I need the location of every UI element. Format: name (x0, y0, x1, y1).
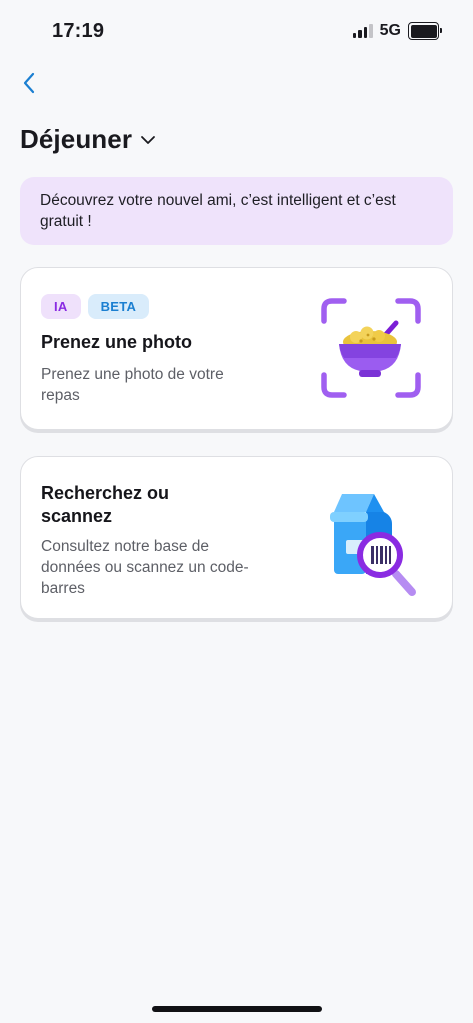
card-title: Prenez une photo (41, 332, 193, 352)
beta-badge: BETA (87, 294, 150, 319)
card-title: Recherchez ou scannez (41, 483, 170, 526)
barcode-search-icon (330, 494, 416, 596)
promo-banner: Découvrez votre nouvel ami, c’est intell… (20, 177, 453, 245)
meal-photo-scan-icon (321, 298, 421, 398)
battery-icon (408, 22, 442, 40)
status-bar: 17:19 5G (0, 0, 473, 60)
back-button[interactable] (14, 66, 44, 100)
badges: IA BETA (41, 294, 150, 319)
status-time: 17:19 (52, 20, 105, 42)
take-photo-card[interactable]: IA BETA Prenez une photo Prenez une phot… (20, 267, 453, 430)
meal-selector[interactable]: Déjeuner (20, 124, 156, 155)
network-type: 5G (379, 22, 401, 39)
ia-badge: IA (41, 294, 81, 319)
card-description: Prenez une photo de votre repas (41, 366, 224, 404)
cellular-signal-icon (352, 24, 373, 38)
search-scan-card[interactable]: Recherchez ou scannez Consultez notre ba… (20, 456, 453, 619)
status-indicators: 5G (352, 22, 442, 40)
promo-text: Découvrez votre nouvel ami, c’est intell… (40, 192, 396, 230)
page-title: Déjeuner (20, 124, 133, 154)
home-indicator[interactable] (152, 1006, 322, 1012)
chevron-left-icon (23, 72, 35, 94)
card-description: Consultez notre base de données ou scann… (41, 538, 249, 597)
chevron-down-icon (141, 135, 155, 144)
